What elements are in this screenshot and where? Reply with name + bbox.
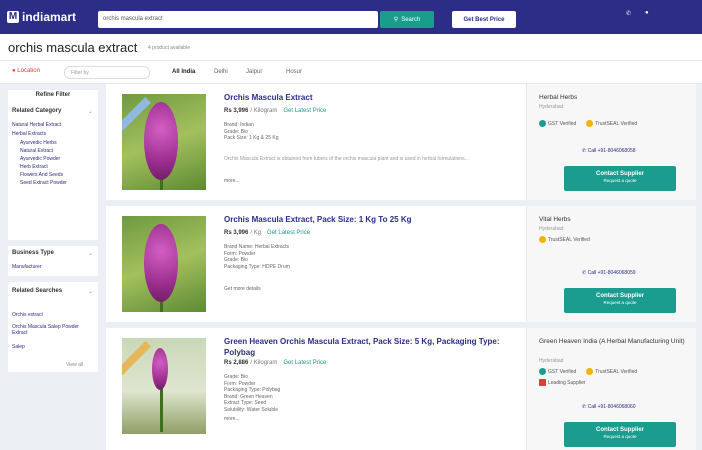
supplier-panel: Green Heaven India (A Herbal Manufacturi…: [526, 328, 696, 450]
search-button[interactable]: ⚲ Search: [380, 11, 434, 28]
related-category-heading[interactable]: Related Category: [12, 108, 61, 114]
product-specs: Brand Name: Herbal Extracts Form: Powder…: [224, 244, 290, 270]
filter-bar: ● Location Filter by All India Delhi Jai…: [0, 60, 702, 84]
product-image[interactable]: [122, 94, 206, 190]
business-type-heading[interactable]: Business Type: [12, 250, 54, 256]
supplier-panel: Vital Herbs Hyderabad TrustSEAL Verified…: [526, 206, 696, 322]
category-item[interactable]: Flowers And Seeds: [20, 172, 63, 178]
supplier-name[interactable]: Vital Herbs: [539, 216, 689, 224]
orchid-flower-icon: [144, 224, 178, 302]
location-filter[interactable]: ● Location: [12, 68, 40, 74]
chevron-down-icon[interactable]: ⌄: [88, 288, 93, 295]
tab-all-india[interactable]: All India: [172, 69, 195, 75]
phone-icon: ✆: [582, 270, 587, 276]
category-item[interactable]: Ayurvedic Powder: [20, 156, 60, 162]
phone-icon[interactable]: ✆: [626, 10, 631, 17]
product-specs: Brand: Indian Grade: Bio Pack Size: 1 Kg…: [224, 122, 279, 141]
more-link[interactable]: Get more details: [224, 286, 261, 292]
related-item[interactable]: Salep: [12, 344, 25, 350]
product-title[interactable]: Orchis Mascula Extract, Pack Size: 1 Kg …: [224, 214, 514, 225]
contact-supplier-button[interactable]: Contact Supplier Request a quote: [564, 166, 676, 191]
more-link[interactable]: more...: [224, 416, 240, 422]
result-count: 4 product available: [148, 45, 190, 51]
contact-supplier-button[interactable]: Contact Supplier Request a quote: [564, 422, 676, 447]
gst-badge: GST Verified: [539, 368, 576, 375]
call-link[interactable]: ✆ Call +91-8046068059: [582, 270, 636, 276]
title-bar: orchis mascula extract 4 product availab…: [0, 34, 702, 60]
tab-delhi[interactable]: Delhi: [214, 69, 228, 75]
tab-hosur[interactable]: Hosur: [286, 69, 302, 75]
tab-jaipur[interactable]: Jaipur: [246, 69, 262, 75]
get-latest-price-link[interactable]: Get Latest Price: [283, 108, 326, 114]
orchid-flower-icon: [144, 102, 178, 180]
gst-check-icon: [539, 120, 546, 127]
get-latest-price-link[interactable]: Get Latest Price: [283, 360, 326, 366]
chevron-down-icon[interactable]: ⌄: [88, 108, 93, 115]
trustseal-badge: TrustSEAL Verified: [586, 368, 637, 375]
user-icon[interactable]: ●: [645, 10, 649, 17]
gst-badge: GST Verified: [539, 120, 576, 127]
refine-heading: Refine Filter: [35, 92, 71, 98]
trustseal-badge: TrustSEAL Verified: [539, 236, 590, 243]
category-item[interactable]: Herbal Extracts: [12, 131, 46, 137]
sidebar-related-searches: Related Searches ⌄ Orchis extract Orchis…: [8, 276, 98, 372]
category-item[interactable]: Natural Herbal Extract: [12, 122, 61, 128]
chevron-down-icon[interactable]: ⌄: [88, 250, 93, 257]
category-item[interactable]: Seed Extract Powder: [20, 180, 67, 186]
product-title[interactable]: Green Heaven Orchis Mascula Extract, Pac…: [224, 336, 514, 358]
page-title: orchis mascula extract: [8, 40, 138, 55]
call-link[interactable]: ✆ Call +91-8046068058: [582, 148, 636, 154]
trustseal-badge: TrustSEAL Verified: [586, 120, 637, 127]
phone-icon: ✆: [582, 148, 587, 154]
leading-supplier-badge: Leading Supplier: [539, 379, 586, 386]
search-icon: ⚲: [393, 17, 399, 23]
top-header: Mindiamart orchis mascula extract ⚲ Searc…: [0, 0, 702, 34]
sidebar-business-type: Business Type ⌄ Manufacturer: [8, 240, 98, 276]
product-card: Orchis Mascula Extract Rs 3,996/ Kilogra…: [106, 84, 696, 200]
sidebar-category: Refine Filter Related Category ⌄ Natural…: [8, 90, 98, 240]
product-card: Green Heaven Orchis Mascula Extract, Pac…: [106, 328, 696, 450]
product-price: Rs 3,996/ Kilogram Get Latest Price: [224, 108, 327, 114]
trustseal-icon: [539, 236, 546, 243]
filter-input[interactable]: Filter by: [64, 66, 150, 79]
supplier-panel: Herbal Herbs Hyderabad GST Verified Trus…: [526, 84, 696, 200]
logo-mark-icon: M: [7, 11, 19, 23]
view-all-link[interactable]: View all: [66, 362, 83, 368]
phone-icon: ✆: [582, 404, 587, 410]
supplier-location: Hyderabad: [539, 104, 564, 110]
search-input[interactable]: orchis mascula extract: [98, 11, 378, 28]
orchid-flower-icon: [152, 348, 168, 390]
related-item[interactable]: Orchis Mascula Salep Powder Extract: [12, 324, 94, 336]
supplier-name[interactable]: Green Heaven India (A Herbal Manufacturi…: [539, 338, 689, 346]
product-title[interactable]: Orchis Mascula Extract: [224, 92, 514, 103]
get-best-price-button[interactable]: Get Best Price: [452, 11, 516, 28]
contact-supplier-button[interactable]: Contact Supplier Request a quote: [564, 288, 676, 313]
product-image[interactable]: [122, 338, 206, 434]
leading-supplier-icon: [539, 379, 546, 386]
related-item[interactable]: Orchis extract: [12, 312, 43, 318]
supplier-name[interactable]: Herbal Herbs: [539, 94, 689, 102]
ribbon-badge-icon: [122, 341, 151, 375]
call-link[interactable]: ✆ Call +91-8046068060: [582, 404, 636, 410]
related-searches-heading[interactable]: Related Searches: [12, 288, 62, 294]
business-item[interactable]: Manufacturer: [12, 264, 41, 270]
product-image[interactable]: [122, 216, 206, 312]
category-item[interactable]: Ayurvedic Herbs: [20, 140, 57, 146]
product-description: Orchis Mascula Extract is obtained from …: [224, 156, 469, 162]
product-card: Orchis Mascula Extract, Pack Size: 1 Kg …: [106, 206, 696, 322]
trustseal-icon: [586, 368, 594, 375]
gst-check-icon: [539, 368, 546, 375]
more-link[interactable]: more...: [224, 178, 240, 184]
indiamart-logo[interactable]: Mindiamart: [7, 9, 76, 25]
supplier-location: Hyderabad: [539, 226, 564, 232]
get-latest-price-link[interactable]: Get Latest Price: [267, 230, 310, 236]
product-price: Rs 3,996/ Kg Get Latest Price: [224, 230, 311, 236]
trustseal-icon: [586, 120, 594, 127]
category-item[interactable]: Natural Extract: [20, 148, 53, 154]
supplier-location: Hyderabad: [539, 358, 564, 364]
category-item[interactable]: Herb Extract: [20, 164, 48, 170]
product-specs: Grade: Bio Form: Powder Packaging Type: …: [224, 374, 281, 413]
product-price: Rs 2,886/ Kilogram Get Latest Price: [224, 360, 327, 366]
